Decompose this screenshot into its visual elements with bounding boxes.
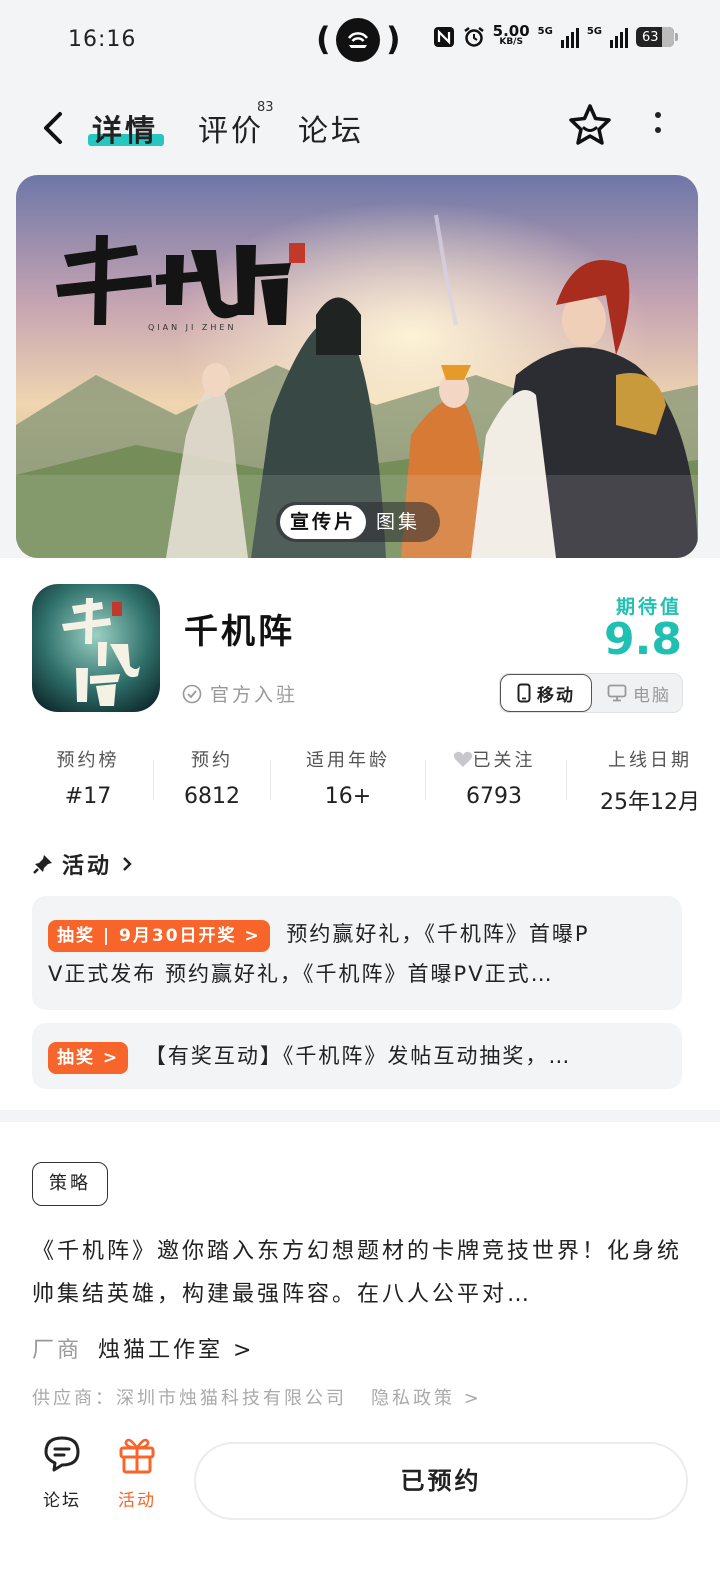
bottom-activity-button[interactable]: 活动 xyxy=(107,1432,167,1511)
platform-pc-button[interactable]: 电脑 xyxy=(594,674,684,712)
status-icons: 5.00 KB/S 5G 5G 63 xyxy=(433,22,678,48)
divider xyxy=(270,760,271,800)
activity-card[interactable]: 抽奖 > 【有奖互动】《千机阵》发帖互动抽奖，… xyxy=(32,1023,682,1089)
divider xyxy=(153,760,154,800)
activity-text: 【有奖互动】《千机阵》发帖互动抽奖，… xyxy=(144,1044,572,1068)
paren-left-icon: ( xyxy=(316,20,331,58)
chevron-right-icon xyxy=(123,857,132,871)
tab-gallery[interactable]: 图集 xyxy=(376,505,420,539)
platform-mobile-button[interactable]: 移动 xyxy=(500,674,592,712)
pin-icon xyxy=(33,855,52,874)
lottery-pill: 抽奖 > xyxy=(48,1042,129,1074)
banner-artwork: QIAN JI ZHEN xyxy=(16,175,698,558)
game-info-panel: 千机阵 官方入驻 期待值 9.8 移动 电脑 预约榜 #17 预约 6812 适… xyxy=(0,558,720,1110)
vendor-row[interactable]: 厂商 烛猫工作室 > xyxy=(32,1332,254,1364)
battery-icon: 63 xyxy=(636,27,678,47)
sim2-label: 5G xyxy=(586,26,602,37)
more-icon[interactable] xyxy=(646,112,670,142)
net-speed: 5.00 KB/S xyxy=(492,22,530,48)
hotspot-icon xyxy=(336,18,380,62)
sim1-label: 5G xyxy=(537,26,553,37)
official-badge: 官方入驻 xyxy=(182,680,298,707)
tab-forum[interactable]: 论坛 xyxy=(298,106,364,150)
app-icon xyxy=(32,584,160,712)
signal-strength-icon xyxy=(610,26,628,48)
review-count-badge: 83 xyxy=(257,100,274,115)
privacy-policy-link[interactable]: 隐私政策 > xyxy=(371,1388,482,1409)
alarm-icon xyxy=(463,27,484,47)
nfc-icon xyxy=(433,27,454,47)
app-name: 千机阵 xyxy=(184,612,295,652)
divider xyxy=(425,760,426,800)
stat-rank[interactable]: 预约榜 #17 xyxy=(48,746,128,809)
divider xyxy=(566,760,567,800)
reserved-button[interactable]: 已预约 xyxy=(194,1442,688,1520)
back-icon[interactable] xyxy=(36,108,70,148)
vendor-label: 厂商 xyxy=(32,1338,83,1363)
stat-age-rating[interactable]: 适用年龄 16+ xyxy=(300,746,396,809)
supplier-text: 供应商：深圳市烛猫科技有限公司 xyxy=(32,1388,347,1409)
supplier-row: 供应商：深圳市烛猫科技有限公司 隐私政策 > xyxy=(32,1384,482,1410)
top-nav: 详情 评价 83 论坛 xyxy=(0,82,720,174)
status-bar: 16:16 ( ) 5.00 KB/S 5G 5G 63 xyxy=(0,0,720,82)
tab-reviews[interactable]: 评价 xyxy=(198,106,264,150)
activity-text-line2: V正式发布 预约赢好礼，《千机阵》首曝PV正式… xyxy=(48,962,554,986)
platform-switch: 移动 电脑 xyxy=(499,673,683,713)
bottom-action-bar: 论坛 活动 已预约 xyxy=(0,1432,720,1532)
stat-release-date: 上线日期 25年12月 xyxy=(600,750,700,815)
activities-header[interactable]: 活动 xyxy=(32,848,134,880)
gift-icon xyxy=(119,1438,155,1474)
svg-text:QIAN JI ZHEN: QIAN JI ZHEN xyxy=(148,323,236,332)
activity-text: 预约赢好礼，《千机阵》首曝P xyxy=(286,922,590,946)
paren-right-icon: ) xyxy=(386,20,401,58)
computer-icon xyxy=(607,684,627,702)
forum-chat-icon xyxy=(44,1436,80,1472)
media-switch: 宣传片 图集 xyxy=(276,502,440,542)
phone-icon xyxy=(517,683,531,703)
vendor-name: 烛猫工作室 > xyxy=(98,1338,255,1363)
stat-followers: 已关注 6793 xyxy=(446,746,542,809)
stat-reservations: 预约 6812 xyxy=(184,750,240,809)
verified-check-icon xyxy=(182,684,202,703)
game-description[interactable]: 《千机阵》邀你踏入东方幻想题材的卡牌竞技世界！化身统帅集结英雄，构建最强阵容。在… xyxy=(32,1230,682,1316)
tab-details[interactable]: 详情 xyxy=(92,106,158,150)
status-time: 16:16 xyxy=(68,27,137,52)
promo-banner[interactable]: QIAN JI ZHEN xyxy=(16,175,698,558)
lottery-pill: 抽奖 | 9月30日开奖 > xyxy=(48,920,270,952)
stats-row: 预约榜 #17 预约 6812 适用年龄 16+ 已关注 6793 上线日期 2… xyxy=(0,746,720,816)
tab-promo-video[interactable]: 宣传片 xyxy=(280,505,366,539)
favorite-star-icon[interactable] xyxy=(566,102,614,150)
expectation-score: 9.8 xyxy=(604,614,682,665)
heart-icon xyxy=(453,751,472,767)
genre-tag[interactable]: 策略 xyxy=(32,1162,108,1206)
bottom-forum-button[interactable]: 论坛 xyxy=(32,1432,92,1511)
signal-strength-icon xyxy=(560,26,579,48)
activity-card[interactable]: 抽奖 | 9月30日开奖 > 预约赢好礼，《千机阵》首曝P V正式发布 预约赢好… xyxy=(32,896,682,1010)
hotspot-indicator: ( ) xyxy=(316,16,402,64)
